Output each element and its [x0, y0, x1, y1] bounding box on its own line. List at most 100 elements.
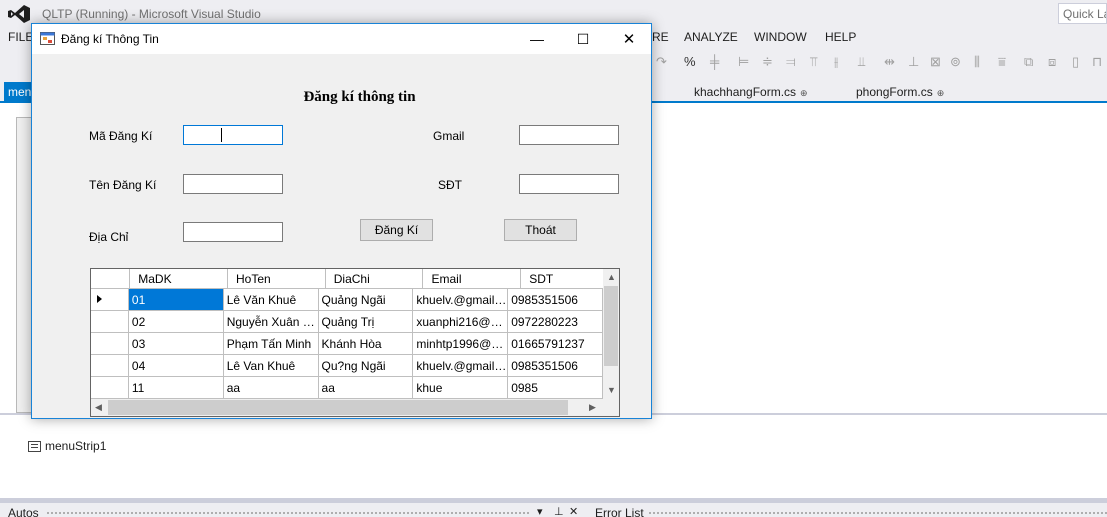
minimize-button[interactable]: — — [514, 24, 560, 54]
align-top-icon[interactable]: ⫪ — [810, 55, 817, 69]
vertical-scrollbar[interactable]: ▲ ▼ — [603, 269, 619, 399]
sdt-input[interactable] — [519, 174, 619, 194]
cell-madk[interactable]: 04 — [129, 355, 224, 376]
cell-sdt[interactable]: 0985 — [508, 377, 604, 398]
cell-email[interactable]: khuelv.@gmail.com — [413, 355, 509, 376]
table-row[interactable]: 03Phạm Tấn MinhKhánh Hòaminhtp1996@gmail… — [91, 333, 604, 355]
autos-panel-title[interactable]: Autos — [8, 506, 39, 517]
same-height-icon[interactable]: ⊥ — [908, 55, 919, 69]
tab-khachhangform[interactable]: khachhangForm.cs ⊕ — [694, 85, 808, 99]
cell-diachi[interactable]: Qu?ng Ngãi — [319, 355, 414, 376]
align-middle-icon[interactable]: ⫲ — [834, 55, 838, 69]
same-size-icon[interactable]: ⊠ — [930, 55, 941, 69]
dialog-title-bar[interactable]: Đăng kí Thông Tin — ☐ ✕ — [32, 24, 651, 54]
menu-analyze[interactable]: ANALYZE — [684, 30, 738, 44]
cell-hoten[interactable]: Phạm Tấn Minh — [224, 333, 319, 354]
h-spacing-icon[interactable]: ⫼ — [974, 55, 980, 69]
cell-hoten[interactable]: Lê Van Khuê — [224, 355, 319, 376]
pin-icon[interactable]: ⊕ — [937, 88, 945, 98]
pin-icon[interactable]: ⊥ — [554, 505, 564, 517]
row-header[interactable] — [91, 311, 129, 332]
horizontal-scroll-thumb[interactable] — [108, 400, 568, 415]
error-list-panel-title[interactable]: Error List — [595, 506, 644, 517]
align-icon[interactable]: ╪ — [710, 55, 719, 69]
horizontal-scrollbar[interactable]: ◀ ▶ — [91, 399, 603, 416]
cell-diachi[interactable]: Quảng Trị — [319, 311, 414, 332]
menustrip-component[interactable]: menuStrip1 — [28, 439, 106, 453]
scroll-down-icon[interactable]: ▼ — [607, 385, 616, 395]
grid-body: 01Lê Văn KhuêQuảng Ngãikhuelv.@gmail.com… — [91, 289, 604, 399]
cell-madk[interactable]: 03 — [129, 333, 224, 354]
scroll-up-icon[interactable]: ▲ — [607, 272, 616, 282]
cell-hoten[interactable]: Lê Văn Khuê — [224, 289, 319, 310]
cell-email[interactable]: xuanphi216@gmail.com — [413, 311, 509, 332]
scroll-right-icon[interactable]: ▶ — [589, 402, 596, 413]
cell-diachi[interactable]: aa — [319, 377, 414, 398]
registration-data-grid[interactable]: MaDK HoTen DiaChi Email SDT 01 Lê Văn Khu… — [90, 268, 620, 417]
cell-diachi[interactable]: Quảng Ngãi — [319, 289, 414, 310]
menu-re[interactable]: RE — [652, 30, 669, 44]
register-button[interactable]: Đăng Kí — [360, 219, 433, 241]
column-header-email[interactable]: Email — [423, 269, 522, 289]
tab-phongform[interactable]: phongForm.cs ⊕ — [856, 85, 944, 99]
gmail-input[interactable] — [519, 125, 619, 145]
maximize-button[interactable]: ☐ — [560, 24, 606, 54]
align-left-icon[interactable]: ⊨ — [738, 55, 749, 69]
menu-help[interactable]: HELP — [825, 30, 856, 44]
cell-email[interactable]: minhtp1996@gmail.com — [413, 333, 509, 354]
dropdown-icon[interactable]: ▾ — [537, 505, 543, 517]
menu-file[interactable]: FILE — [8, 30, 33, 44]
row-header[interactable] — [91, 333, 129, 354]
redo-icon[interactable]: ↷ — [656, 55, 667, 69]
pin-icon[interactable]: ⊕ — [800, 88, 808, 98]
same-width-icon[interactable]: ⇹ — [884, 55, 895, 69]
tendk-input[interactable] — [183, 174, 283, 194]
row-header[interactable] — [91, 355, 129, 376]
grid-corner-header[interactable] — [91, 269, 131, 289]
table-row[interactable]: 01Lê Văn KhuêQuảng Ngãikhuelv.@gmail.com… — [91, 289, 604, 311]
row-header[interactable] — [91, 377, 129, 398]
error-list-drag-grip[interactable] — [648, 511, 1107, 516]
send-back-icon[interactable]: ⧈ — [1048, 55, 1056, 69]
cell-hoten[interactable]: aa — [224, 377, 319, 398]
diachi-input[interactable] — [183, 222, 283, 242]
madk-input[interactable] — [183, 125, 283, 145]
tab-menu-active[interactable]: menu — [4, 82, 34, 103]
size-grid-icon[interactable]: ⊚ — [950, 55, 961, 69]
percent-icon[interactable]: % — [684, 55, 696, 69]
row-header[interactable] — [91, 289, 129, 310]
align-center-icon[interactable]: ≑ — [762, 55, 773, 69]
column-header-madk[interactable]: MaDK — [130, 269, 228, 289]
autos-drag-grip[interactable] — [46, 511, 530, 516]
cell-sdt[interactable]: 0972280223 — [508, 311, 604, 332]
bring-front-icon[interactable]: ⧉ — [1024, 55, 1033, 69]
column-header-diachi[interactable]: DiaChi — [326, 269, 424, 289]
form-heading: Đăng kí thông tin — [303, 89, 416, 105]
table-row[interactable]: 11 aa aa khue 0985 — [91, 377, 604, 399]
exit-button[interactable]: Thoát — [504, 219, 577, 241]
column-header-hoten[interactable]: HoTen — [228, 269, 326, 289]
cell-sdt[interactable]: 01665791237 — [508, 333, 604, 354]
quick-launch-input[interactable]: Quick La — [1058, 3, 1107, 24]
cell-madk[interactable]: 11 — [129, 377, 224, 398]
cell-madk[interactable]: 01 — [128, 289, 224, 310]
menu-window[interactable]: WINDOW — [754, 30, 807, 44]
table-row[interactable]: 02Nguyễn Xuân PhiQuảng Trịxuanphi216@gma… — [91, 311, 604, 333]
table-row[interactable]: 04Lê Van KhuêQu?ng Ngãikhuelv.@gmail.com… — [91, 355, 604, 377]
cell-email[interactable]: khue — [413, 377, 509, 398]
scroll-left-icon[interactable]: ◀ — [95, 402, 102, 413]
align-right-icon[interactable]: ⫤ — [786, 55, 796, 69]
cell-hoten[interactable]: Nguyễn Xuân Phi — [224, 311, 319, 332]
close-icon[interactable]: ✕ — [569, 505, 578, 517]
v-spacing-icon[interactable]: ⩸ — [998, 55, 1006, 69]
cell-sdt[interactable]: 0985351506 — [508, 289, 604, 310]
close-button[interactable]: ✕ — [606, 24, 652, 54]
align-bottom-icon[interactable]: ⫫ — [858, 55, 865, 69]
tab-order-icon[interactable]: ▯ — [1072, 55, 1079, 69]
vertical-scroll-thumb[interactable] — [604, 286, 618, 366]
cell-email[interactable]: khuelv.@gmail.com — [413, 289, 509, 310]
cell-diachi[interactable]: Khánh Hòa — [319, 333, 414, 354]
lock-icon[interactable]: ⊓ — [1092, 55, 1102, 69]
cell-madk[interactable]: 02 — [129, 311, 224, 332]
cell-sdt[interactable]: 0985351506 — [508, 355, 604, 376]
